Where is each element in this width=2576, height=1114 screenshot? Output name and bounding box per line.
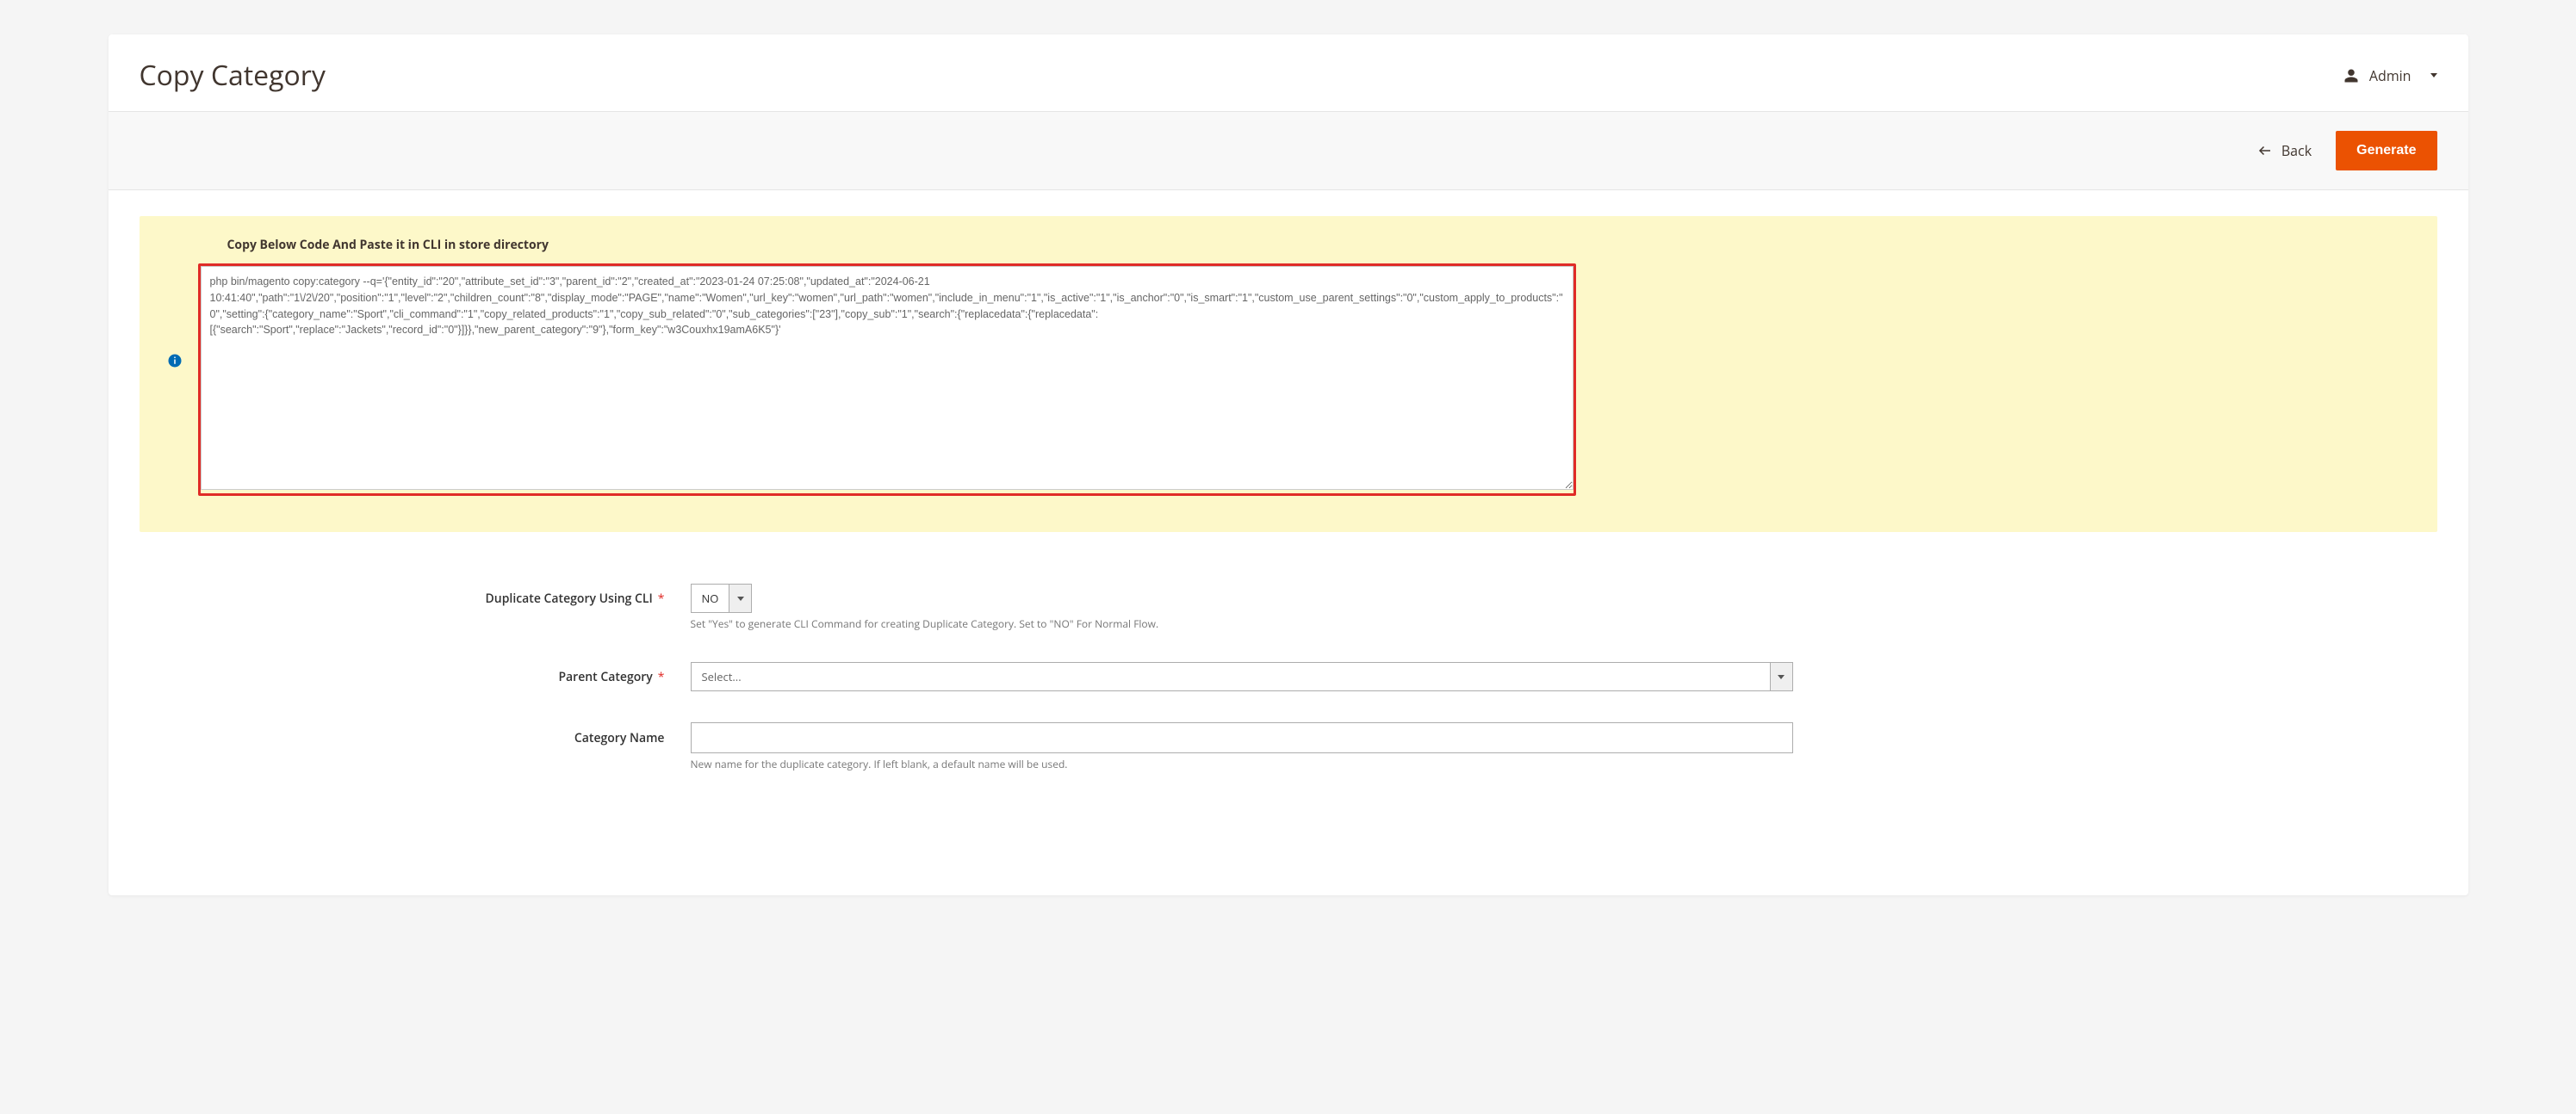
category-name-input[interactable] bbox=[691, 722, 1793, 753]
user-label: Admin bbox=[2369, 66, 2412, 85]
cli-toggle-select[interactable]: NO bbox=[691, 584, 753, 613]
notice-box: Copy Below Code And Paste it in CLI in s… bbox=[140, 216, 2437, 532]
chevron-down-icon bbox=[1770, 663, 1792, 690]
cli-toggle-value: NO bbox=[692, 591, 729, 606]
info-icon bbox=[167, 353, 183, 368]
toolbar: Back Generate bbox=[109, 111, 2468, 190]
page-title: Copy Category bbox=[140, 57, 326, 94]
chevron-down-icon bbox=[2430, 73, 2437, 77]
arrow-left-icon bbox=[2257, 143, 2273, 158]
hint-row-cli: Set "Yes" to generate CLI Command for cr… bbox=[140, 616, 2437, 631]
chevron-down-icon bbox=[729, 585, 751, 612]
row-name: Category Name bbox=[140, 722, 2437, 753]
back-label: Back bbox=[2281, 141, 2312, 160]
page-header: Copy Category Admin bbox=[109, 34, 2468, 111]
hint-row-name: New name for the duplicate category. If … bbox=[140, 757, 2437, 771]
form: Duplicate Category Using CLI* NO Set "Ye… bbox=[109, 532, 2468, 837]
user-menu[interactable]: Admin bbox=[2343, 66, 2437, 85]
label-cli-toggle: Duplicate Category Using CLI* bbox=[140, 591, 691, 607]
notice-row bbox=[167, 263, 2410, 496]
row-cli-toggle: Duplicate Category Using CLI* NO bbox=[140, 584, 2437, 613]
user-icon bbox=[2343, 68, 2359, 84]
row-parent: Parent Category* Select... bbox=[140, 662, 2437, 691]
parent-category-select[interactable]: Select... bbox=[691, 662, 1793, 691]
hint-category-name: New name for the duplicate category. If … bbox=[691, 757, 1068, 771]
notice-wrap: Copy Below Code And Paste it in CLI in s… bbox=[109, 190, 2468, 532]
back-button[interactable]: Back bbox=[2257, 141, 2312, 160]
label-category-name: Category Name bbox=[140, 730, 691, 746]
generate-button[interactable]: Generate bbox=[2336, 131, 2436, 170]
label-parent: Parent Category* bbox=[140, 669, 691, 685]
page-card: Copy Category Admin Back Generate Copy B… bbox=[109, 34, 2468, 895]
cli-textarea-highlight bbox=[198, 263, 1576, 496]
notice-title: Copy Below Code And Paste it in CLI in s… bbox=[227, 237, 2410, 253]
hint-cli-toggle: Set "Yes" to generate CLI Command for cr… bbox=[691, 616, 1159, 631]
parent-category-value: Select... bbox=[692, 669, 1770, 684]
cli-command-textarea[interactable] bbox=[201, 266, 1574, 490]
